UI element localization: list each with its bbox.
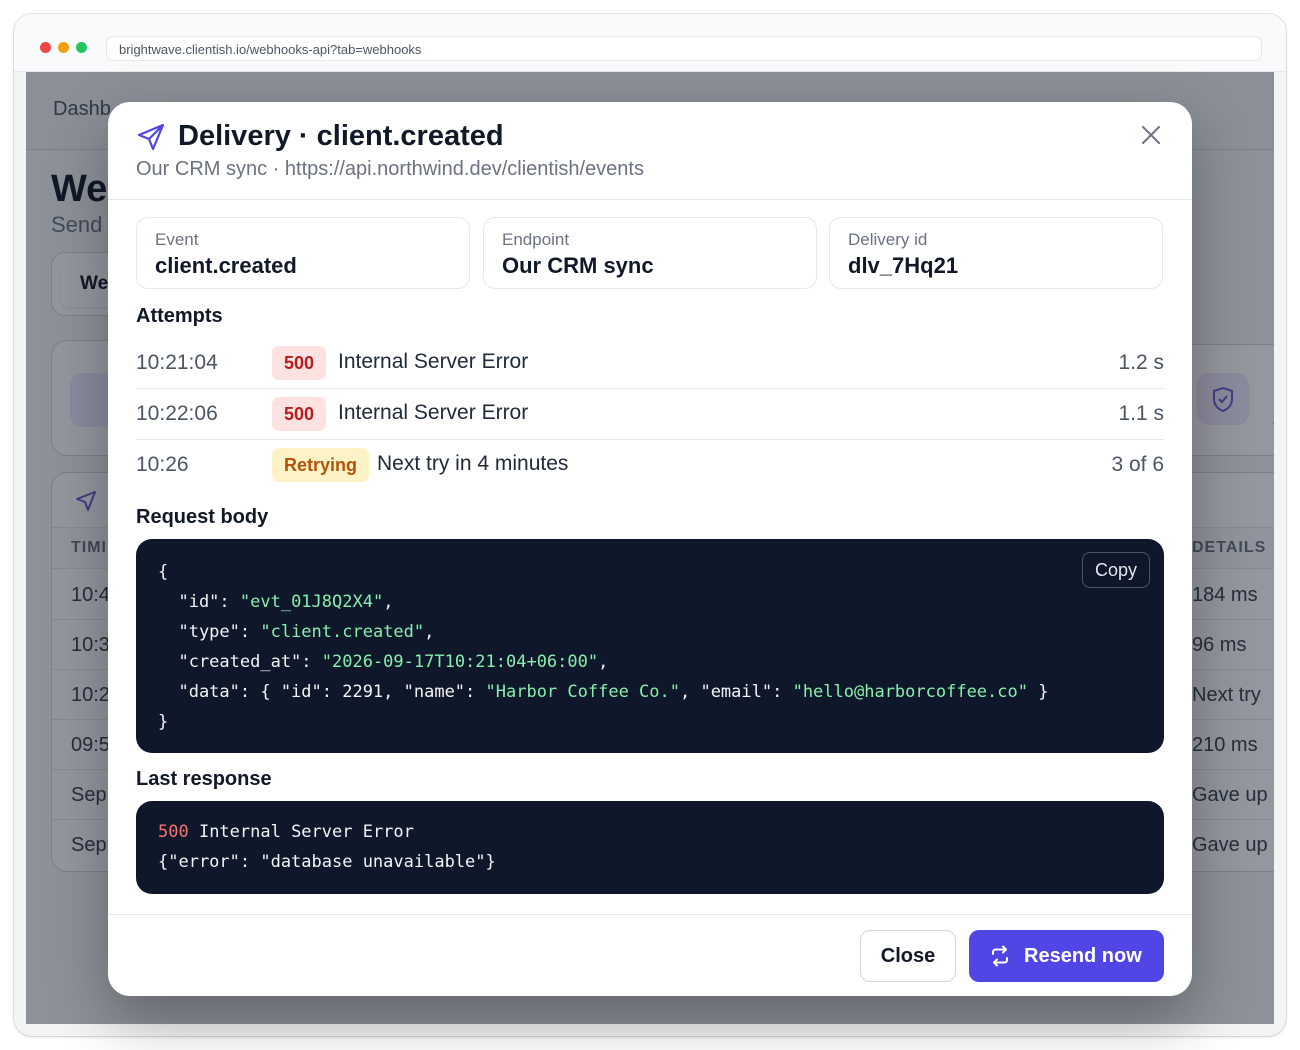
code-token: ,	[383, 592, 394, 612]
window-close-dot[interactable]	[40, 42, 51, 53]
code-line: }	[158, 707, 1142, 737]
chip-label: Endpoint	[502, 230, 570, 249]
attempt-text: Internal Server Error	[338, 401, 529, 424]
status-badge: 500	[272, 397, 327, 431]
modal-title: Delivery · client.created	[178, 120, 504, 152]
attempt-time: 10:22:06	[136, 402, 218, 425]
code-token: }	[1027, 682, 1049, 702]
chip-value: dlv_7Hq21	[848, 253, 959, 278]
resend-label: Resend now	[1024, 945, 1142, 967]
send-icon	[137, 123, 165, 151]
code-string: "evt_01J8Q2X4"	[239, 592, 384, 612]
code-token: {	[158, 562, 169, 582]
window-maximize-dot[interactable]	[76, 42, 87, 53]
code-token: ,	[598, 652, 609, 672]
chip-value: client.created	[155, 253, 297, 278]
attempt-time: 10:26	[136, 453, 189, 476]
code-key: , "email":	[679, 682, 793, 702]
attempt-time: 10:21:04	[136, 351, 218, 374]
delivery-modal: Delivery · client.created Our CRM sync ·…	[108, 102, 1192, 996]
attempt-duration: 1.2 s	[1118, 351, 1164, 374]
code-key: "data": { "id": 2291, "name":	[158, 682, 486, 702]
code-key: "created_at":	[158, 652, 322, 672]
response-status-code: 500	[158, 822, 189, 842]
resend-now-button[interactable]: Resend now	[969, 930, 1164, 982]
chip-value: Our CRM sync	[502, 253, 654, 278]
attempt-text: Internal Server Error	[338, 350, 529, 373]
response-body: {"error": "database unavailable"}	[158, 852, 496, 872]
chip-label: Event	[155, 230, 199, 249]
code-line: "data": { "id": 2291, "name": "Harbor Co…	[158, 677, 1142, 707]
delivery-id-chip: Delivery id dlv_7Hq21	[829, 217, 1163, 289]
event-chip: Event client.created	[136, 217, 470, 289]
attempt-text: Next try in 4 minutes	[377, 452, 569, 475]
close-icon[interactable]	[1138, 122, 1164, 148]
code-string: "Harbor Coffee Co."	[485, 682, 680, 702]
chip-label: Delivery id	[848, 230, 928, 249]
code-string: "2026-09-17T10:21:04+06:00"	[321, 652, 599, 672]
status-badge: 500	[272, 346, 327, 380]
code-line: {	[158, 557, 1142, 587]
code-line: "type": "client.created",	[158, 617, 1142, 647]
code-line: {"error": "database unavailable"}	[158, 847, 1142, 877]
last-response-code: 500 Internal Server Error {"error": "dat…	[136, 801, 1164, 894]
attempts-list: 10:21:04 500 Internal Server Error 1.2 s…	[136, 338, 1164, 491]
last-response-heading: Last response	[136, 768, 272, 790]
code-token: ,	[424, 622, 435, 642]
response-status-text: Internal Server Error	[188, 822, 414, 842]
browser-chrome: brightwave.clientish.io/webhooks-api?tab…	[14, 14, 1286, 72]
repeat-icon	[992, 945, 1008, 967]
code-string: "client.created"	[260, 622, 425, 642]
attempts-heading: Attempts	[136, 305, 223, 327]
code-line: 500 Internal Server Error	[158, 817, 1142, 847]
modal-footer: Close Resend now	[108, 914, 1192, 996]
code-string: "hello@harborcoffee.co"	[792, 682, 1028, 702]
request-body-code: Copy { "id": "evt_01J8Q2X4", "type": "cl…	[136, 539, 1164, 753]
modal-subtitle: Our CRM sync · https://api.northwind.dev…	[136, 158, 644, 180]
modal-header: Delivery · client.created Our CRM sync ·…	[108, 102, 1192, 200]
code-key: "id":	[158, 592, 240, 612]
status-badge: Retrying	[272, 448, 370, 482]
delivery-summary: Event client.created Endpoint Our CRM sy…	[136, 217, 1164, 289]
attempt-row: 10:26 Retrying Next try in 4 minutes 3 o…	[136, 440, 1164, 491]
address-bar[interactable]: brightwave.clientish.io/webhooks-api?tab…	[106, 36, 1262, 61]
attempt-duration: 1.1 s	[1118, 402, 1164, 425]
code-key: "type":	[158, 622, 261, 642]
copy-button[interactable]: Copy	[1081, 552, 1150, 588]
attempt-row: 10:21:04 500 Internal Server Error 1.2 s	[136, 338, 1164, 389]
code-line: "created_at": "2026-09-17T10:21:04+06:00…	[158, 647, 1142, 677]
window-minimize-dot[interactable]	[58, 42, 69, 53]
code-line: "id": "evt_01J8Q2X4",	[158, 587, 1142, 617]
attempt-row: 10:22:06 500 Internal Server Error 1.1 s	[136, 389, 1164, 440]
request-body-heading: Request body	[136, 506, 269, 528]
close-button[interactable]: Close	[860, 930, 956, 982]
attempt-progress: 3 of 6	[1111, 453, 1164, 476]
endpoint-chip: Endpoint Our CRM sync	[483, 217, 817, 289]
code-token: }	[158, 712, 169, 732]
